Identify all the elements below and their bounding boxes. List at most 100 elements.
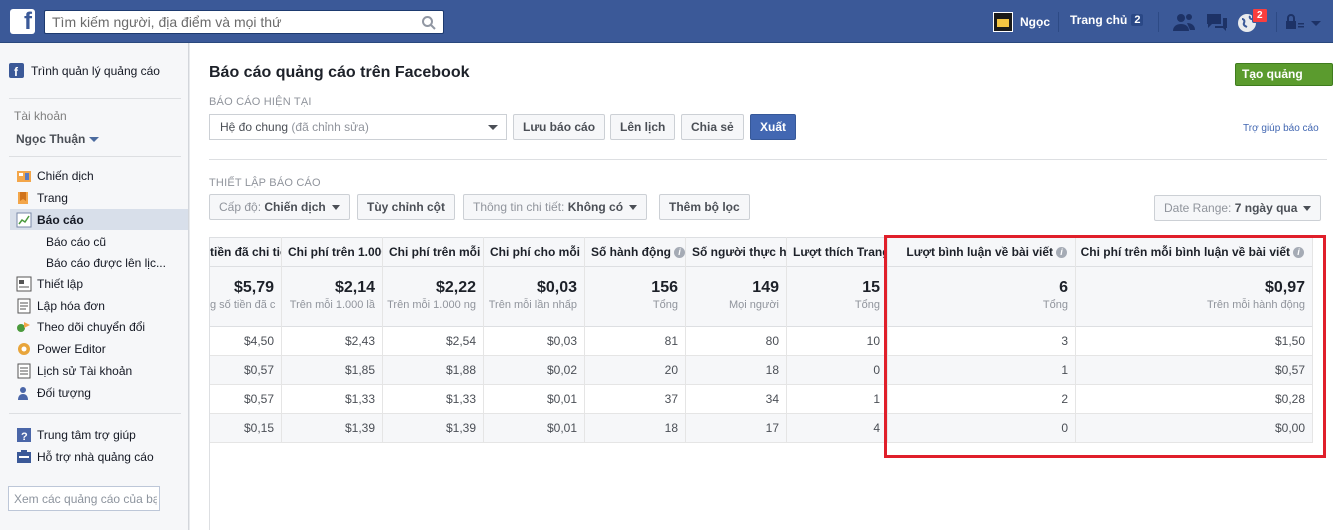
notifications-badge: 2 [1252,8,1268,23]
sidebar-item-help-center[interactable]: ? Trung tâm trợ giúp [10,424,188,445]
column-header[interactable]: Lượt thích Trang [787,237,887,267]
sidebar-item-audiences[interactable]: Đối tượng [10,382,188,403]
total-caption: Tổng [652,299,678,311]
campaign-icon [17,170,31,182]
table-cell: 20 [585,356,685,385]
sidebar-item-campaigns[interactable]: Chiến dịch [10,165,188,186]
search-input[interactable] [45,11,415,33]
table-column: Số hành động i 156 Tổng 81 20 37 18 [585,237,686,443]
info-icon[interactable]: i [674,247,685,259]
svg-text:?: ? [21,431,28,443]
total-value: $2,22 [435,279,476,296]
search-box [44,10,444,34]
report-select[interactable]: Hệ đo chung (đã chỉnh sửa) [209,114,507,140]
total-caption: Trên mỗi 1.000 lầ [289,299,375,311]
sidebar-item-advertiser-support[interactable]: Hỗ trợ nhà quảng cáo [10,446,188,467]
table-column: Số người thực h 149 Mọi người 80 18 34 17 [686,237,787,443]
column-header[interactable]: Số hành động i [585,237,685,267]
column-header[interactable]: tiền đã chi tiê [210,237,281,267]
ads-search-input[interactable] [9,487,157,510]
sidebar: f Trình quản lý quảng cáo Tài khoản Ngọc… [0,43,189,530]
table-cell: 34 [686,385,786,414]
divider [9,413,181,414]
table-cell: 81 [585,327,685,356]
column-header[interactable]: Số người thực h [686,237,786,267]
sidebar-header-label: Trình quản lý quảng cáo [31,63,160,78]
table-cell: $1,39 [383,414,483,443]
sidebar-item-power-editor[interactable]: Power Editor [10,338,188,359]
chevron-down-icon [89,136,100,142]
level-value: Chiến dịch [264,200,326,214]
sidebar-subitem-legacy-reports[interactable]: Báo cáo cũ [46,235,106,249]
highlight-box [884,235,1326,458]
breakdown-dropdown[interactable]: Thông tin chi tiết: Không có [463,194,648,220]
table-cell: $1,85 [282,356,382,385]
create-ad-button[interactable]: Tạo quảng cáo [1235,63,1333,102]
facebook-logo-icon[interactable]: f [10,8,35,35]
table-cell: $0,01 [484,385,584,414]
schedule-button[interactable]: Lên lịch [610,114,676,140]
sidebar-item-billing[interactable]: Lập hóa đơn [10,295,188,316]
account-selector[interactable]: Ngọc Thuận [16,132,100,146]
report-icon [16,212,32,227]
table-cell: 4 [787,414,887,443]
billing-icon [17,298,31,313]
table-cell: 18 [585,414,685,443]
total-value: 15 [862,279,880,296]
save-report-button[interactable]: Lưu báo cáo [513,114,606,140]
sidebar-subitem-scheduled-reports[interactable]: Báo cáo được lên lịc... [46,256,166,270]
report-help-link[interactable]: Trợ giúp báo cáo [1243,123,1319,134]
sidebar-item-label: Power Editor [37,341,106,356]
sidebar-item-conversion-tracking[interactable]: Theo dõi chuyển đổi [10,316,188,337]
divider [9,98,181,99]
table-cell: $0,03 [484,327,584,356]
search-icon[interactable] [421,15,437,31]
power-editor-icon [18,342,30,355]
friend-requests-icon[interactable] [1172,11,1196,33]
column-header[interactable]: Chi phí cho mỗi [484,237,584,267]
sidebar-item-pages[interactable]: Trang [10,187,188,208]
column-header-label: Số hành động [591,245,671,259]
table-cell: $0,57 [210,385,281,414]
sidebar-item-account-history[interactable]: Lịch sử Tài khoản [10,360,188,381]
report-select-note: (đã chỉnh sửa) [291,120,369,134]
profile-link[interactable]: Ngọc [993,11,1050,33]
sidebar-item-label: Chiến dịch [37,168,94,183]
level-dropdown[interactable]: Cấp độ: Chiến dịch [209,194,350,220]
add-filter-button[interactable]: Thêm bộ lọc [659,194,750,220]
table-cell: 0 [787,356,887,385]
top-bar: f Ngọc Trang chủ 2 2 [0,0,1333,43]
privacy-lock-icon[interactable] [1283,11,1307,33]
table-cell: 1 [787,385,887,414]
help-center-icon: ? [17,427,31,443]
home-link[interactable]: Trang chủ 2 [1070,13,1144,27]
column-header[interactable]: Chi phí trên 1.000 [282,237,382,267]
page-icon [18,191,28,204]
total-caption: Trên mỗi lần nhấp [488,299,577,311]
total-caption: g số tiền đã c [210,299,276,311]
home-label: Trang chủ [1070,13,1128,27]
report-select-value: Hệ đo chung [220,120,289,134]
table-cell: $1,33 [282,385,382,414]
table-column: Chi phí cho mỗi $0,03 Trên mỗi lần nhấp $… [484,237,585,443]
table-cell: $2,54 [383,327,483,356]
home-count-badge: 2 [1131,14,1144,26]
chevron-down-icon [1303,206,1312,212]
customize-columns-button[interactable]: Tùy chỉnh cột [357,194,455,220]
messages-icon[interactable] [1205,11,1229,33]
total-caption: Trên mỗi 1.000 ng [387,299,476,311]
ads-manager-link[interactable]: f Trình quản lý quảng cáo [9,63,160,78]
column-header[interactable]: Chi phí trên mỗi [383,237,483,267]
chevron-down-icon [488,125,498,130]
share-button[interactable]: Chia sẻ [681,114,744,140]
account-menu-chevron-down-icon[interactable] [1308,11,1324,33]
date-range-dropdown[interactable]: Date Range: 7 ngày qua [1154,195,1322,221]
table-column: Chi phí trên 1.000 $2,14 Trên mỗi 1.000 l… [282,237,383,443]
export-button[interactable]: Xuất [750,114,797,140]
column-total: 156 Tổng [585,267,685,327]
logo-letter: f [24,8,32,35]
divider [1276,12,1277,32]
sidebar-item-settings[interactable]: Thiết lập [10,273,188,294]
sidebar-item-reports[interactable]: Báo cáo [10,209,188,230]
total-value: $0,03 [536,279,577,296]
